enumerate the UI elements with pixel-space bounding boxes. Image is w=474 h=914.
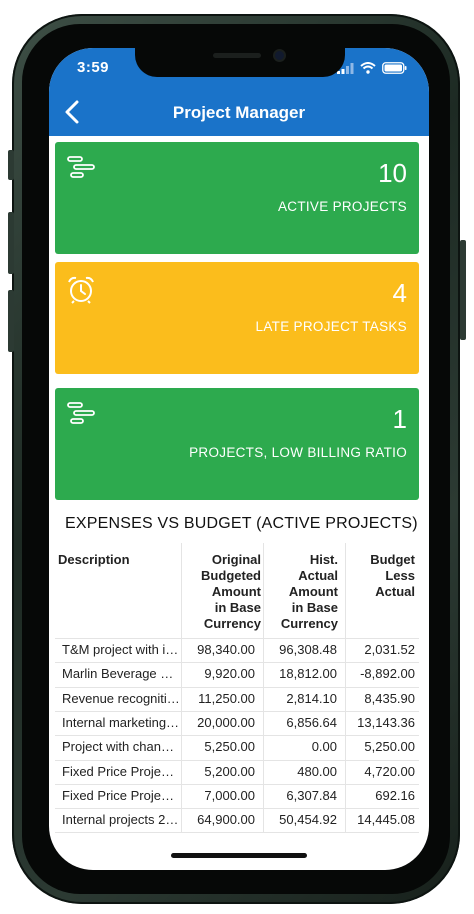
header-line: Currency <box>203 616 261 631</box>
cell-budget-less-actual: 4,720.00 <box>364 763 415 779</box>
table-row[interactable]: Revenue recogniti… 11,250.00 2,814.10 8,435… <box>55 687 419 711</box>
late-tasks-count: 4 <box>392 278 407 308</box>
table-row[interactable]: T&M project with i… 98,340.00 96,308.48 2,0… <box>55 638 419 662</box>
cell-budget-less-actual: 5,250.00 <box>364 739 415 755</box>
alarm-clock-icon <box>68 276 94 304</box>
table-row[interactable]: Internal projects 2… 64,900.00 50,454.92 14… <box>55 808 419 832</box>
home-indicator[interactable] <box>171 853 307 858</box>
header-line: Original <box>211 552 261 567</box>
card-low-billing[interactable]: 1 PROJECTS, LOW BILLING RATIO <box>55 388 419 500</box>
active-projects-label: ACTIVE PROJECTS <box>277 199 407 214</box>
silent-switch <box>8 150 14 180</box>
header-budget-less-actual[interactable]: Budget Less Actual <box>347 552 415 600</box>
status-icons <box>337 62 407 74</box>
battery-icon <box>382 62 407 74</box>
volume-up-button <box>8 212 14 274</box>
gantt-icon <box>67 156 95 178</box>
table-row[interactable]: Marlin Beverage … 9,920.00 18,812.00 -8,892… <box>55 662 419 686</box>
row-divider <box>55 832 419 834</box>
cell-budget-less-actual: 8,435.90 <box>364 690 415 706</box>
header-line: Currency <box>280 616 338 631</box>
card-active-projects[interactable]: 10 ACTIVE PROJECTS <box>55 142 419 254</box>
gantt-icon <box>67 402 95 424</box>
header-line: Actual <box>298 568 338 583</box>
table-row[interactable]: Fixed Price Proje… 7,000.00 6,307.84 692.16 <box>55 784 419 808</box>
speaker-grille <box>213 53 261 58</box>
wifi-icon <box>360 62 376 74</box>
active-projects-count: 10 <box>378 158 407 188</box>
table-row[interactable]: Fixed Price Proje… 5,200.00 480.00 4,720.00 <box>55 760 419 784</box>
cell-budget-less-actual: 2,031.52 <box>364 642 415 657</box>
cell-budget-less-actual: 13,143.36 <box>357 714 415 730</box>
header-line: in Base <box>291 600 338 615</box>
header-description[interactable]: Description <box>58 552 130 568</box>
volume-down-button <box>8 290 14 352</box>
header-line: Amount <box>288 584 338 599</box>
status-time: 3:59 <box>77 59 110 76</box>
header-line: in Base <box>214 600 261 615</box>
section-title: EXPENSES VS BUDGET (ACTIVE PROJECTS) <box>65 515 418 532</box>
low-billing-count: 1 <box>392 404 407 434</box>
header-line: Less <box>385 568 415 583</box>
device-notch <box>135 48 345 77</box>
header-line: Budget <box>370 552 415 567</box>
front-camera <box>275 51 284 60</box>
low-billing-label: PROJECTS, LOW BILLING RATIO <box>189 445 407 460</box>
cell-budget-less-actual: 14,445.08 <box>357 812 415 828</box>
header-line: Hist. <box>309 552 338 567</box>
power-button <box>460 240 466 340</box>
header-line: Amount <box>211 584 261 599</box>
cell-budget-less-actual: 692.16 <box>375 787 415 803</box>
card-late-tasks[interactable]: 4 LATE PROJECT TASKS <box>55 262 419 374</box>
header-original-budgeted[interactable]: Original Budgeted Amount in Base Currenc… <box>187 552 261 632</box>
cell-budget-less-actual: -8,892.00 <box>360 666 415 682</box>
header-line: Budgeted <box>201 568 261 583</box>
header-line: Description <box>58 552 130 567</box>
page-title: Project Manager <box>172 103 306 122</box>
app-screen: 3:59 Project Manager 10 ACTIVE PROJECTS … <box>49 48 429 870</box>
header-hist-actual[interactable]: Hist. Actual Amount in Base Currency <box>269 552 338 632</box>
table-row[interactable]: Project with chan… 5,250.00 0.00 5,250.00 <box>55 735 419 759</box>
table-row[interactable]: Internal marketing… 20,000.00 6,856.64 13,1… <box>55 711 419 735</box>
header-line: Actual <box>375 584 415 599</box>
late-tasks-label: LATE PROJECT TASKS <box>255 319 407 334</box>
